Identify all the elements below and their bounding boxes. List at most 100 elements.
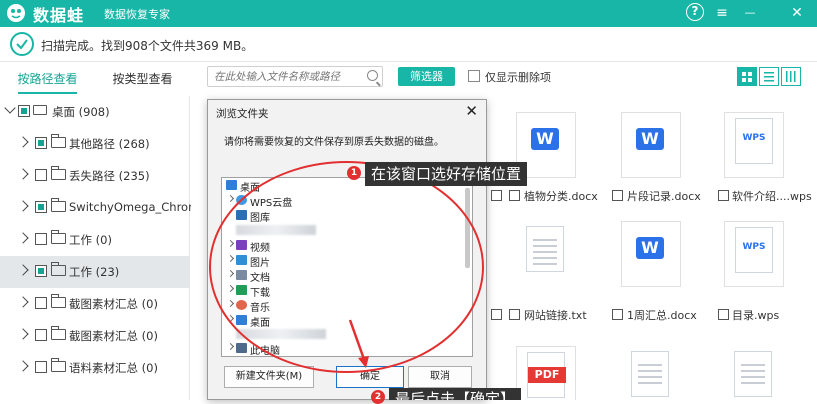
file-checkbox[interactable] <box>612 190 623 201</box>
tree-checkbox[interactable] <box>35 361 47 373</box>
text-file-icon <box>526 226 564 272</box>
tab-by-path[interactable]: 按路径查看 <box>0 62 95 96</box>
tree-row[interactable]: 截图素材汇总 (0) <box>0 288 190 320</box>
scan-status-text: 扫描完成。找到908个文件共369 MB。 <box>41 39 254 53</box>
folder-icon <box>51 326 66 340</box>
tree-label: 桌面 (908) <box>52 105 110 119</box>
file-name: 片段记录.docx <box>627 190 701 203</box>
tree-checkbox[interactable] <box>35 329 47 341</box>
file-checkbox[interactable] <box>718 190 729 201</box>
tree-checkbox[interactable] <box>35 201 47 213</box>
tree-row[interactable]: 语料素材汇总 (0) <box>0 352 190 384</box>
frog-logo-icon <box>7 4 25 22</box>
list-icon <box>764 72 774 82</box>
check-circle-icon <box>10 32 34 56</box>
collapse-arrow-icon[interactable] <box>4 102 16 114</box>
help-button[interactable]: ? <box>686 3 704 21</box>
tree-label: 丢失路径 (235) <box>69 169 150 183</box>
file-name: 网站链接.txt <box>524 309 587 322</box>
search-box[interactable] <box>207 66 383 87</box>
tree-row-selected[interactable]: 工作 (23) <box>0 256 190 288</box>
file-name: 植物分类.docx <box>524 190 598 203</box>
folder-icon <box>51 166 66 180</box>
file-checkbox[interactable] <box>491 309 502 320</box>
new-folder-button[interactable]: 新建文件夹(M) <box>224 366 314 388</box>
cancel-button[interactable]: 取消 <box>408 366 472 388</box>
tree-row[interactable]: SwitchyOmega_Chromium <box>0 192 221 224</box>
file-checkbox[interactable] <box>718 309 729 320</box>
file-thumbnail[interactable] <box>724 346 784 400</box>
monitor-icon <box>33 105 47 115</box>
file-thumbnail[interactable] <box>621 346 681 400</box>
columns-icon <box>786 71 796 82</box>
tree-row[interactable]: 丢失路径 (235) <box>0 160 190 192</box>
file-thumbnail[interactable]: WPS <box>724 221 784 287</box>
filter-button[interactable]: 筛选器 <box>398 67 455 86</box>
file-thumbnail[interactable]: W <box>621 221 681 287</box>
grid-view-button[interactable] <box>737 67 757 86</box>
file-thumbnail[interactable]: W <box>621 112 681 178</box>
dialog-close-button[interactable]: ✕ <box>465 102 478 120</box>
search-input[interactable] <box>208 67 358 86</box>
tree-checkbox[interactable] <box>35 297 47 309</box>
desktop-icon <box>226 180 237 190</box>
pointer-arrow-icon <box>348 319 369 368</box>
folder-icon <box>51 134 66 148</box>
dialog-title: 浏览文件夹 <box>216 108 269 120</box>
expand-arrow-icon[interactable] <box>17 360 29 372</box>
text-file-icon <box>734 351 772 397</box>
file-checkbox[interactable] <box>509 190 520 201</box>
expand-arrow-icon[interactable] <box>17 264 29 276</box>
expand-arrow-icon[interactable] <box>17 136 29 148</box>
tab-by-type[interactable]: 按类型查看 <box>95 62 190 96</box>
expand-arrow-icon[interactable] <box>226 342 235 351</box>
tree-label: 其他路径 (268) <box>69 137 150 151</box>
close-button[interactable]: ✕ <box>787 4 807 22</box>
search-icon[interactable] <box>367 70 378 81</box>
file-name: 目录.wps <box>732 309 780 322</box>
expand-arrow-icon[interactable] <box>17 328 29 340</box>
tree-row-desktop[interactable]: 桌面 (908) <box>0 96 190 128</box>
file-thumbnail[interactable]: PDF <box>516 346 576 400</box>
file-checkbox[interactable] <box>509 309 520 320</box>
tree-checkbox[interactable] <box>35 233 47 245</box>
tree-checkbox[interactable] <box>18 105 30 117</box>
step1-callout: 在该窗口选好存储位置 <box>365 162 528 186</box>
file-thumbnail[interactable] <box>516 221 576 287</box>
file-thumbnail[interactable]: WPS <box>724 112 784 178</box>
minimize-button[interactable]: — <box>740 4 760 22</box>
expand-arrow-icon[interactable] <box>17 200 29 212</box>
tree-label: 语料素材汇总 (0) <box>69 361 158 375</box>
app-brand: 数据蛙 <box>33 6 85 25</box>
step2-callout: 最后点击【确定】 <box>389 388 522 400</box>
title-bar: 数据蛙 数据恢复专家 ? ≡ — ✕ <box>0 0 817 27</box>
tree-label: 工作 (0) <box>69 233 112 247</box>
tree-row[interactable]: 其他路径 (268) <box>0 128 190 160</box>
menu-button[interactable]: ≡ <box>712 4 732 22</box>
text-file-icon <box>631 351 669 397</box>
grid-icon <box>742 72 752 82</box>
folder-icon <box>51 294 66 308</box>
file-checkbox[interactable] <box>491 190 502 201</box>
tree-row[interactable]: 工作 (0) <box>0 224 190 256</box>
app-subtitle: 数据恢复专家 <box>104 8 170 21</box>
tree-checkbox[interactable] <box>35 265 47 277</box>
folder-icon <box>51 262 66 276</box>
tree-checkbox[interactable] <box>35 137 47 149</box>
tree-label: 工作 (23) <box>69 265 120 279</box>
tree-row[interactable]: 截图素材汇总 (0) <box>0 320 190 352</box>
tree-label: 截图素材汇总 (0) <box>69 297 158 311</box>
word-icon: W <box>636 237 664 259</box>
step-number-badge: 1 <box>347 166 361 180</box>
file-checkbox[interactable] <box>612 309 623 320</box>
tree-label: 截图素材汇总 (0) <box>69 329 158 343</box>
expand-arrow-icon[interactable] <box>17 168 29 180</box>
word-icon: W <box>531 128 559 150</box>
detail-view-button[interactable] <box>781 67 801 86</box>
show-deleted-checkbox[interactable] <box>468 70 480 82</box>
expand-arrow-icon[interactable] <box>17 232 29 244</box>
expand-arrow-icon[interactable] <box>17 296 29 308</box>
list-view-button[interactable] <box>759 67 779 86</box>
tree-checkbox[interactable] <box>35 169 47 181</box>
expand-arrow-icon[interactable] <box>226 194 235 203</box>
